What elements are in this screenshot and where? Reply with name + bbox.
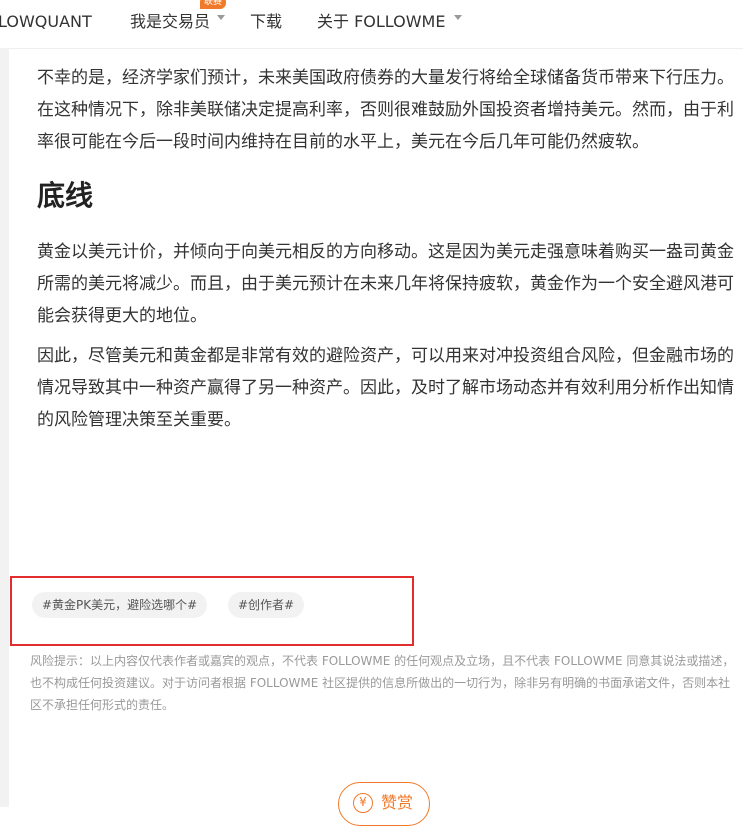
section-heading: 底线 [37,179,94,212]
chevron-down-icon[interactable] [454,15,462,20]
topic-tags-highlight: #黄金PK美元，避险选哪个# #创作者# [10,576,414,646]
brand-link[interactable]: LOWQUANT [0,0,92,48]
chevron-down-icon[interactable] [217,15,225,20]
nav-item-trader-label: 我是交易员 [130,12,211,31]
topic-tag-gold-vs-usd[interactable]: #黄金PK美元，避险选哪个# [32,592,208,618]
article-paragraph: 黄金以美元计价，并倾向于向美元相反的方向移动。这是因为美元走强意味着购买一盎司黄… [37,242,734,326]
coin-icon: ¥ [353,793,373,813]
nav-item-download[interactable]: 下载 [250,0,282,48]
article-body: 不幸的是，经济学家们预计，未来美国政府债券的大量发行将给全球储备货币带来下行压力… [37,62,737,444]
league-badge: 联赛 [200,0,227,9]
top-navigation: LOWQUANT 我是交易员 联赛 下载 关于 FOLLOWME [0,0,743,49]
reward-button-label: 赞赏 [381,793,414,812]
topic-tag-creator[interactable]: #创作者# [228,592,305,618]
reward-button[interactable]: ¥ 赞赏 [338,782,430,826]
left-rail [0,48,9,807]
risk-disclaimer: 风险提示：以上内容仅代表作者或嘉宾的观点，不代表 FOLLOWME 的任何观点及… [30,654,735,712]
article-paragraph: 不幸的是，经济学家们预计，未来美国政府债券的大量发行将给全球储备货币带来下行压力… [37,68,734,152]
article-paragraph: 因此，尽管美元和黄金都是非常有效的避险资产，可以用来对冲投资组合风险，但金融市场… [37,346,734,430]
nav-item-about[interactable]: 关于 FOLLOWME [317,0,445,48]
nav-item-trader[interactable]: 我是交易员 联赛 [130,0,227,48]
